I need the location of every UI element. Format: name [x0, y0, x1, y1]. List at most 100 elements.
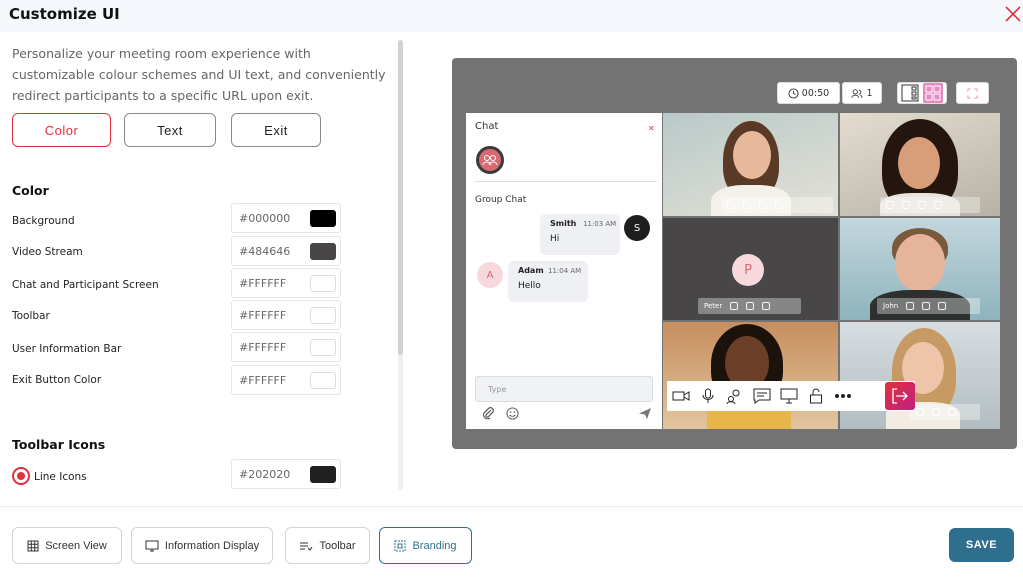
row-label-exit-button: Exit Button Color: [12, 374, 102, 386]
line-icons-radio[interactable]: [12, 467, 30, 485]
chat-message: Adam 11:04 AM Hello: [508, 261, 588, 302]
grid-layout-icon[interactable]: [923, 83, 943, 103]
participant-name: Peter: [704, 302, 723, 310]
nav-label: Branding: [412, 539, 457, 552]
exit-icon: [892, 388, 908, 404]
participants-settings-icon[interactable]: [721, 381, 748, 411]
footer-divider: [0, 506, 1023, 507]
microphone-icon[interactable]: [694, 381, 721, 411]
hex-value: #000000: [239, 212, 291, 225]
avatar: S: [624, 215, 650, 241]
tab-exit[interactable]: Exit: [231, 113, 321, 147]
user-info-bar: [880, 197, 980, 213]
group-chat-label: Group Chat: [475, 195, 527, 205]
nav-toolbar[interactable]: Toolbar: [285, 527, 370, 564]
nav-label: Information Display: [164, 539, 260, 552]
more-icon[interactable]: [829, 381, 856, 411]
nav-screen-view[interactable]: Screen View: [12, 527, 122, 564]
video-stream-color-input[interactable]: #484646: [231, 236, 341, 266]
tab-color[interactable]: Color: [12, 113, 111, 147]
monitor-icon: [145, 540, 159, 551]
message-text: Hi: [550, 234, 560, 244]
hex-value: #484646: [239, 245, 291, 258]
video-tile: [663, 322, 838, 429]
chat-title: Chat: [475, 121, 499, 132]
toolbar-icons-color-input[interactable]: #202020: [231, 459, 341, 489]
chat-close-icon[interactable]: ✕: [648, 124, 655, 133]
save-button[interactable]: SAVE: [949, 528, 1014, 562]
timer-pill: 00:50: [777, 82, 840, 104]
user-info-bar: John: [877, 298, 980, 314]
chat-participant-color-input[interactable]: #FFFFFF: [231, 268, 341, 298]
sidebar-layout-icon[interactable]: [901, 84, 919, 102]
branding-icon: [394, 540, 406, 551]
group-icon[interactable]: [476, 146, 504, 174]
message-sender: Smith: [550, 219, 577, 228]
participants-pill[interactable]: 1: [842, 82, 882, 104]
camera-icon[interactable]: [667, 381, 694, 411]
video-tile: P Peter: [663, 218, 838, 320]
toolbar-icon: [300, 542, 313, 551]
hex-value: #FFFFFF: [239, 277, 287, 290]
title-bar: Customize UI: [0, 0, 1023, 32]
attachment-icon[interactable]: [481, 406, 495, 420]
exit-button-color-input[interactable]: #FFFFFF: [231, 365, 341, 395]
divider: [475, 181, 657, 182]
description-text: Personalize your meeting room experience…: [12, 46, 386, 103]
participant-count: 1: [866, 87, 873, 99]
exit-meeting-button[interactable]: [885, 382, 915, 410]
row-label-background: Background: [12, 215, 75, 227]
color-swatch[interactable]: [310, 466, 336, 483]
user-info-bar: [910, 404, 980, 420]
color-swatch[interactable]: [310, 339, 336, 356]
color-swatch[interactable]: [310, 210, 336, 227]
chat-input[interactable]: Type: [475, 376, 653, 402]
lock-icon[interactable]: [802, 381, 829, 411]
send-icon[interactable]: [638, 407, 652, 420]
row-label-video-stream: Video Stream: [12, 246, 83, 258]
nav-label: Toolbar: [319, 539, 356, 552]
scrollbar-thumb[interactable]: [398, 40, 403, 355]
row-label-toolbar: Toolbar: [12, 310, 50, 322]
avatar: P: [732, 254, 764, 286]
emoji-icon[interactable]: [506, 407, 519, 420]
toolbar-color-input[interactable]: #FFFFFF: [231, 300, 341, 330]
message-text: Hello: [518, 281, 541, 291]
timer-value: 00:50: [801, 87, 830, 99]
video-tile: [663, 113, 838, 216]
color-swatch[interactable]: [310, 307, 336, 324]
layout-toggle[interactable]: [897, 82, 947, 104]
chat-message: Smith 11:03 AM Hi: [540, 214, 620, 255]
message-time: 11:04 AM: [548, 267, 582, 275]
settings-scrollbar[interactable]: [398, 40, 403, 490]
row-label-user-info-bar: User Information Bar: [12, 343, 122, 355]
meeting-toolbar: [667, 381, 915, 411]
grid-icon: [27, 540, 39, 551]
background-color-input[interactable]: #000000: [231, 203, 341, 233]
user-info-bar: [721, 197, 833, 213]
hex-value: #FFFFFF: [239, 341, 287, 354]
hex-value: #202020: [239, 468, 291, 481]
chat-input-placeholder: Type: [488, 385, 507, 394]
nav-branding[interactable]: Branding: [379, 527, 472, 564]
nav-information-display[interactable]: Information Display: [131, 527, 273, 564]
row-label-chat-participant: Chat and Participant Screen: [12, 279, 159, 291]
user-info-bar-color-input[interactable]: #FFFFFF: [231, 332, 341, 362]
participants-icon: [851, 88, 864, 98]
chat-icon[interactable]: [748, 381, 775, 411]
user-info-bar: Peter: [698, 298, 801, 314]
video-tile: [840, 322, 1000, 429]
fullscreen-button[interactable]: [956, 82, 989, 104]
video-tile: [840, 113, 1000, 216]
color-swatch[interactable]: [310, 275, 336, 292]
screen-share-icon[interactable]: [775, 381, 802, 411]
color-swatch[interactable]: [310, 372, 336, 389]
toolbar-icons-title: Toolbar Icons: [12, 437, 106, 452]
avatar: A: [477, 262, 503, 288]
fullscreen-icon[interactable]: [967, 87, 978, 99]
color-swatch[interactable]: [310, 243, 336, 260]
tab-text[interactable]: Text: [124, 113, 216, 147]
nav-label: Screen View: [45, 539, 107, 552]
close-icon[interactable]: [1004, 5, 1022, 23]
color-section-title: Color: [12, 183, 49, 198]
